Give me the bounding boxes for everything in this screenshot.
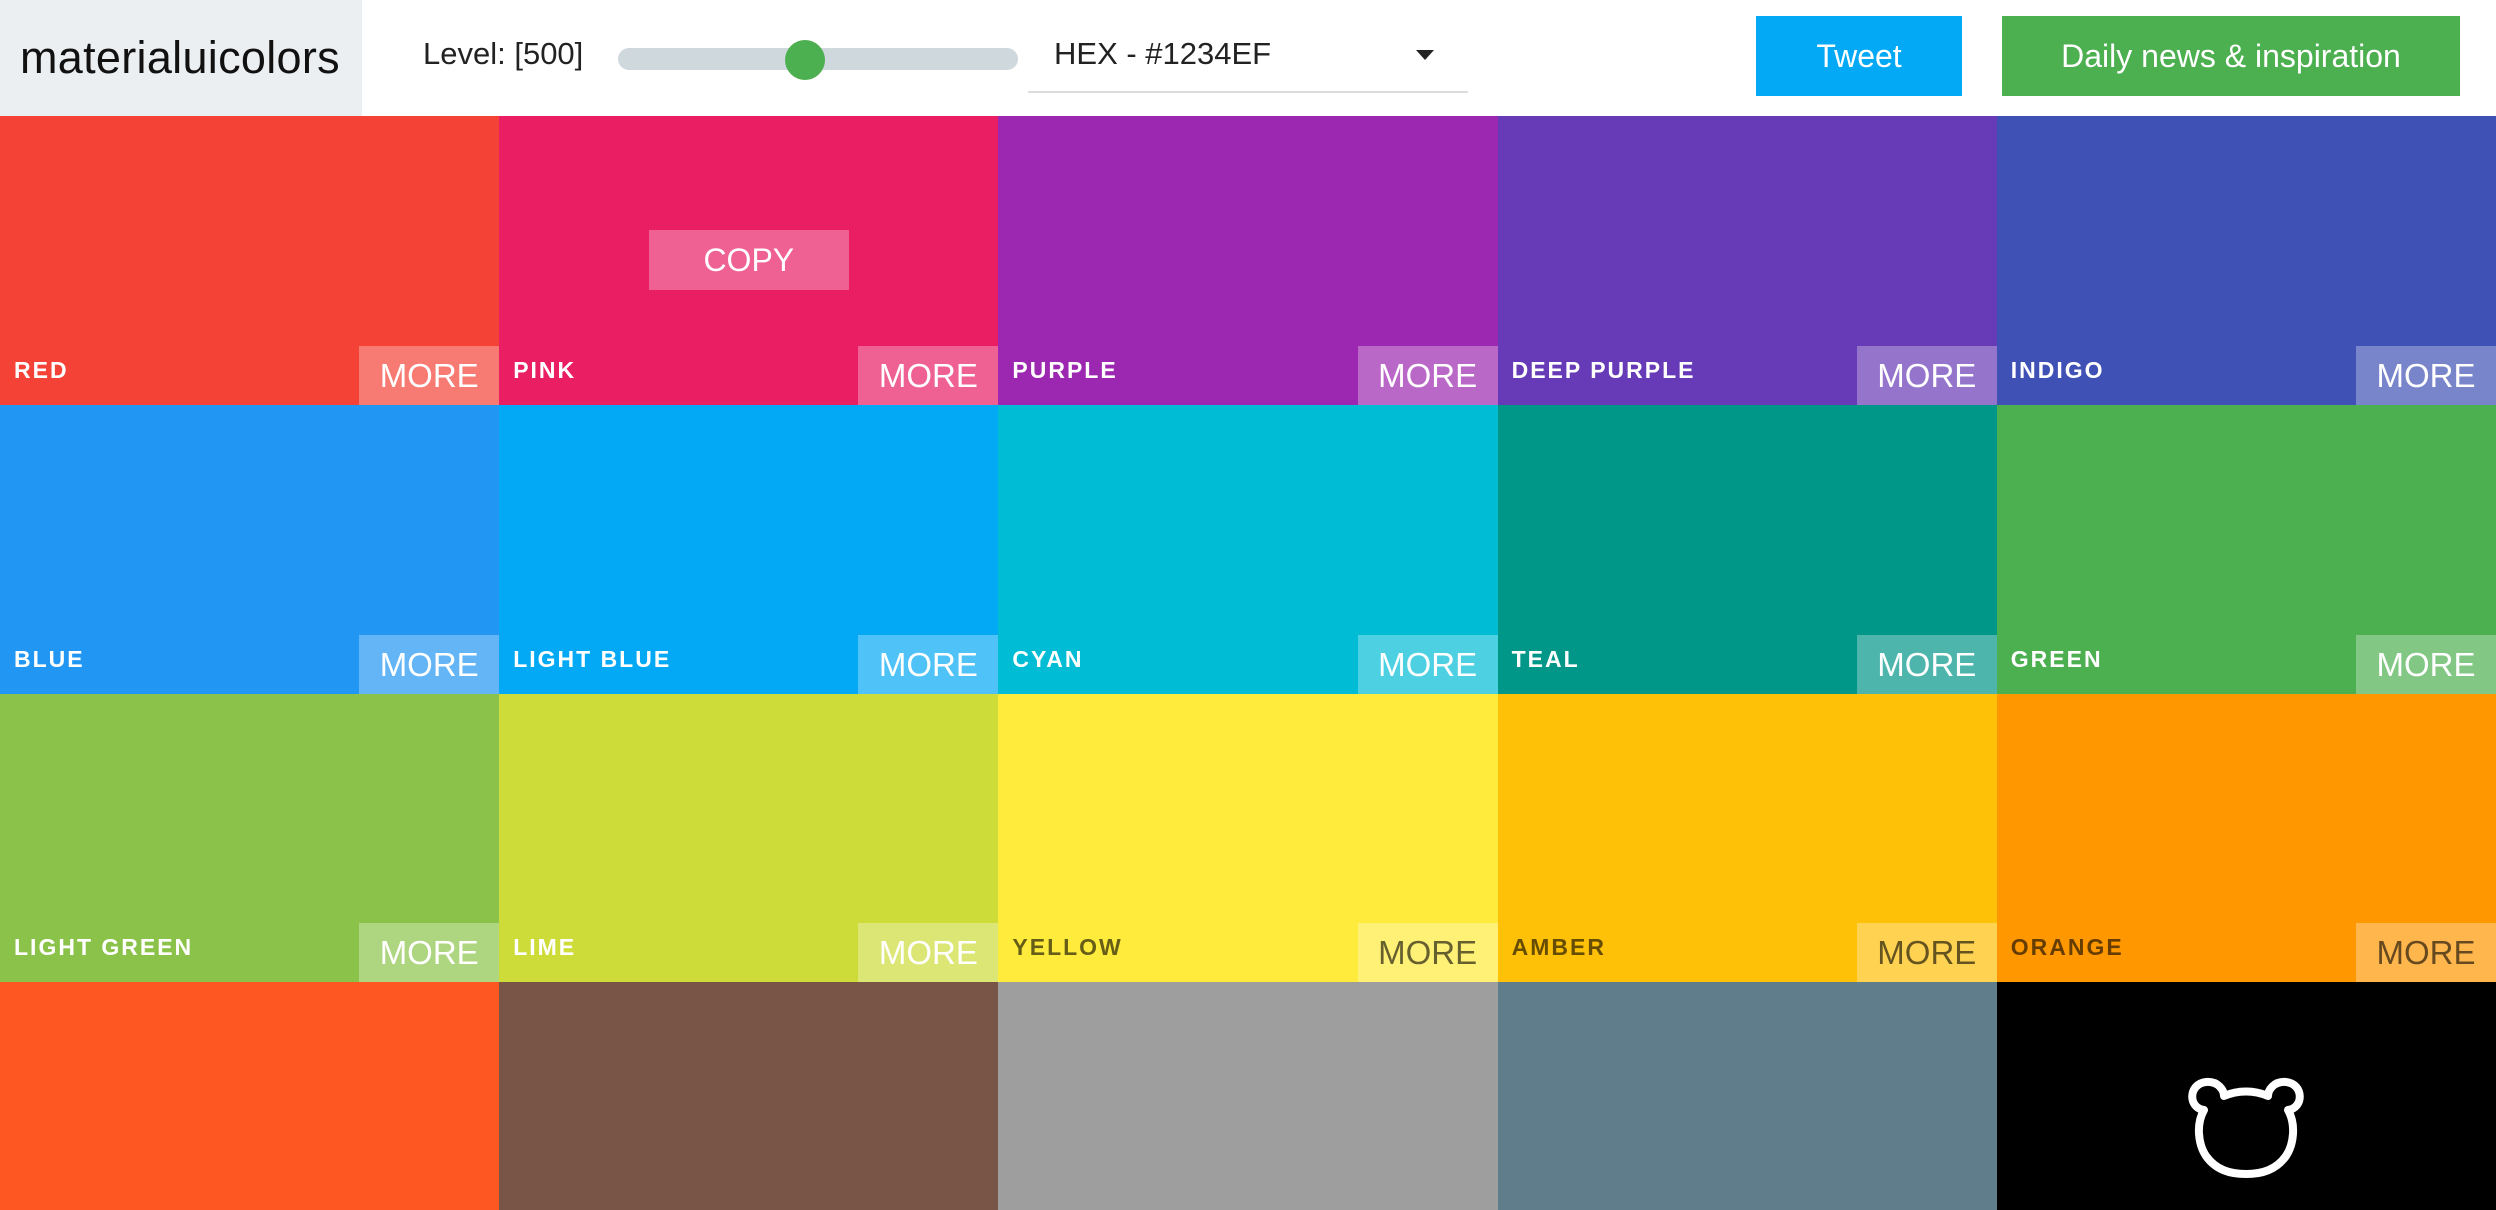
color-swatch[interactable]: YELLOW MORE [998, 694, 1498, 982]
swatch-name: LIGHT GREEN [14, 934, 194, 960]
swatch-name: RED [14, 357, 69, 383]
more-button[interactable]: MORE [359, 635, 500, 694]
swatch-name: LIGHT BLUE [513, 646, 672, 672]
level-label: Level: [500] [423, 36, 584, 71]
brand-title: materialuicolors [20, 32, 340, 83]
swatch-name: PURPLE [1012, 357, 1118, 383]
swatch-name: AMBER [1511, 934, 1606, 960]
more-button[interactable]: MORE [858, 346, 999, 405]
more-button[interactable]: MORE [359, 346, 500, 405]
more-button[interactable]: MORE [2356, 635, 2496, 694]
more-button[interactable]: MORE [2356, 923, 2496, 982]
color-swatch[interactable] [1497, 982, 1997, 1210]
color-swatch[interactable]: LIGHT GREEN MORE [0, 694, 500, 982]
color-swatch[interactable]: COPY PINK MORE [499, 116, 999, 405]
bear-logo-icon[interactable] [2182, 1072, 2310, 1180]
color-swatch[interactable]: GREEN MORE [1996, 405, 2496, 694]
color-swatch[interactable] [998, 982, 1498, 1210]
color-swatch[interactable] [499, 982, 999, 1210]
top-bar: materialuicolors Level: [500] HEX - #123… [0, 0, 2496, 116]
more-button[interactable]: MORE [1357, 635, 1498, 694]
slider-thumb[interactable] [785, 40, 825, 80]
more-button[interactable]: MORE [359, 923, 500, 982]
color-swatch[interactable]: INDIGO MORE [1996, 116, 2496, 405]
swatch-name: PINK [513, 357, 577, 383]
color-swatch[interactable]: PURPLE MORE [998, 116, 1498, 405]
color-swatch[interactable]: RED MORE [0, 116, 500, 405]
more-button[interactable]: MORE [1357, 346, 1498, 405]
more-button[interactable]: MORE [858, 635, 999, 694]
more-button[interactable]: MORE [1357, 923, 1498, 982]
swatch-name: GREEN [2010, 646, 2103, 672]
more-button[interactable]: MORE [2356, 346, 2496, 405]
more-button[interactable]: MORE [1856, 346, 1997, 405]
color-swatch[interactable]: CYAN MORE [998, 405, 1498, 694]
more-button[interactable]: MORE [1856, 635, 1997, 694]
copy-button[interactable]: COPY [648, 230, 849, 290]
color-swatch[interactable]: DEEP PURPLE MORE [1497, 116, 1997, 405]
swatch-name: TEAL [1511, 646, 1580, 672]
swatch-name: DEEP PURPLE [1511, 357, 1696, 383]
color-swatch[interactable]: LIGHT BLUE MORE [499, 405, 999, 694]
daily-news-button[interactable]: Daily news & inspiration [2002, 16, 2460, 96]
color-swatch[interactable]: AMBER MORE [1497, 694, 1997, 982]
color-format-select[interactable]: HEX - #1234EF [1028, 16, 1468, 93]
color-swatch[interactable] [1996, 982, 2496, 1210]
swatch-name: BLUE [14, 646, 85, 672]
swatch-name: CYAN [1012, 646, 1084, 672]
swatch-name: YELLOW [1012, 934, 1123, 960]
brand[interactable]: materialuicolors [0, 0, 362, 116]
swatch-name: LIME [513, 934, 577, 960]
tweet-button[interactable]: Tweet [1756, 16, 1962, 96]
more-button[interactable]: MORE [858, 923, 999, 982]
color-swatch[interactable]: LIME MORE [499, 694, 999, 982]
chevron-down-icon[interactable] [1416, 50, 1434, 60]
color-swatch-grid: RED MORE COPY PINK MORE PURPLE MORE DEEP PURPLE… [0, 116, 2496, 1210]
more-button[interactable]: MORE [1856, 923, 1997, 982]
swatch-name: INDIGO [2010, 357, 2105, 383]
color-swatch[interactable]: ORANGE MORE [1996, 694, 2496, 982]
color-swatch[interactable]: TEAL MORE [1497, 405, 1997, 694]
format-select-value: HEX - #1234EF [1054, 35, 1272, 71]
color-swatch[interactable] [0, 982, 500, 1210]
level-slider[interactable] [618, 40, 1018, 80]
swatch-name: ORANGE [2010, 934, 2124, 960]
color-swatch[interactable]: BLUE MORE [0, 405, 500, 694]
